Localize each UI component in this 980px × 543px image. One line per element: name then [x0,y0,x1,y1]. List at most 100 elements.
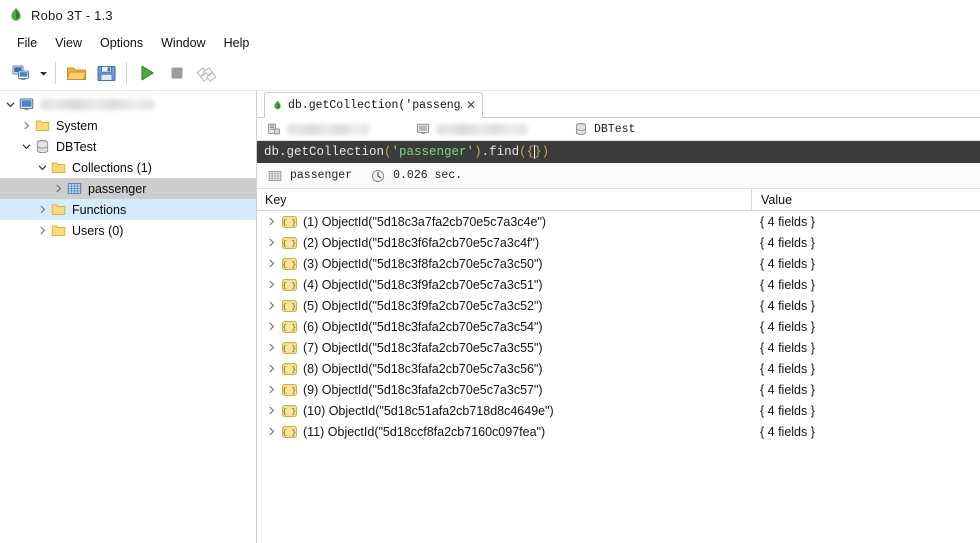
split-layout-icon[interactable] [192,59,222,87]
table-row[interactable]: { } (5) ObjectId("5d18c3f9fa2cb70e5c7a3c5… [257,295,980,316]
json-document-icon: { } [281,403,297,419]
query-token: } [534,145,542,159]
connection-name-redacted [287,123,370,135]
results-grid: Key Value { } (1) ObjectId("5d18c3a7fa2cb… [257,189,980,543]
stop-button[interactable] [162,59,192,87]
toolbar-separator-1 [55,62,56,84]
robo3t-leaf-icon [8,7,24,23]
chevron-right-icon[interactable] [263,253,279,274]
sidebar-item-collections[interactable]: Collections (1) [0,157,256,178]
json-document-icon: { } [281,298,297,314]
row-key-label: (4) ObjectId("5d18c3f9fa2cb70e5c7a3c51") [303,277,543,292]
svg-text:{ }: { } [282,303,296,311]
menu-file[interactable]: File [8,33,46,53]
chevron-right-icon[interactable] [263,211,279,232]
connect-button[interactable] [6,59,36,87]
menu-help[interactable]: Help [215,33,259,53]
table-row[interactable]: { } (7) ObjectId("5d18c3fafa2cb70e5c7a3c5… [257,337,980,358]
cell-value: { 4 fields } [760,298,815,313]
row-key-label: (11) ObjectId("5d18ccf8fa2cb7160c097fea"… [303,424,546,439]
chevron-down-icon[interactable] [18,136,34,157]
sidebar-item-label: Collections (1) [72,160,152,175]
explorer-sidebar[interactable]: System DBTest Collections (1) passenger … [0,91,257,543]
chevron-right-icon[interactable] [34,199,50,220]
cell-key: { } (4) ObjectId("5d18c3f9fa2cb70e5c7a3c5… [257,274,751,295]
table-row[interactable]: { } (6) ObjectId("5d18c3fafa2cb70e5c7a3c5… [257,316,980,337]
cell-value: { 4 fields } [760,256,815,271]
table-row[interactable]: { } (10) ObjectId("5d18c51afa2cb718d8c464… [257,400,980,421]
chevron-right-icon[interactable] [263,316,279,337]
chevron-right-icon[interactable] [263,274,279,295]
tab-query-passenger[interactable]: db.getCollection('passeng… ✕ [264,92,483,118]
cell-key: { } (8) ObjectId("5d18c3fafa2cb70e5c7a3c5… [257,358,751,379]
cell-value: { 4 fields } [760,277,815,292]
column-header-value[interactable]: Value [751,189,980,211]
table-row[interactable]: { } (9) ObjectId("5d18c3fafa2cb70e5c7a3c5… [257,379,980,400]
query-token: ( [384,145,392,159]
table-row[interactable]: { } (2) ObjectId("5d18c3f6fa2cb70e5c7a3c4… [257,232,980,253]
database-name-item[interactable]: DBTest [574,122,635,136]
save-script-button[interactable] [91,59,121,87]
chevron-right-icon[interactable] [18,115,34,136]
table-row[interactable]: { } (3) ObjectId("5d18c3f8fa2cb70e5c7a3c5… [257,253,980,274]
toolbar-separator-2 [126,62,127,84]
svg-text:{ }: { } [282,366,296,374]
connection-name-item[interactable] [267,122,370,136]
chevron-right-icon[interactable] [263,379,279,400]
tab-strip: db.getCollection('passeng… ✕ [257,91,980,118]
svg-text:{ }: { } [282,345,296,353]
chevron-right-icon[interactable] [50,178,66,199]
menu-view[interactable]: View [46,33,91,53]
json-document-icon: { } [281,214,297,230]
chevron-right-icon[interactable] [263,358,279,379]
query-pane: db.getCollection('passeng… ✕ DBTest db.g… [257,91,980,543]
execute-button[interactable] [132,59,162,87]
chevron-down-icon[interactable] [2,94,18,115]
menu-window[interactable]: Window [152,33,214,53]
svg-text:{ }: { } [282,282,296,290]
row-key-label: (9) ObjectId("5d18c3fafa2cb70e5c7a3c57") [303,382,543,397]
chevron-down-icon[interactable] [34,157,50,178]
cell-value: { 4 fields } [760,361,815,376]
result-status-bar: passenger 0.026 sec. [257,163,980,189]
close-icon[interactable]: ✕ [465,98,477,112]
table-row[interactable]: { } (11) ObjectId("5d18ccf8fa2cb7160c097f… [257,421,980,442]
sidebar-item-label: System [56,118,98,133]
results-grid-body: { } (1) ObjectId("5d18c3a7fa2cb70e5c7a3c4… [257,211,980,543]
sidebar-item-passenger[interactable]: passenger [0,178,256,199]
host-name-item[interactable] [416,122,528,136]
column-header-key[interactable]: Key [257,193,751,207]
row-key-label: (8) ObjectId("5d18c3fafa2cb70e5c7a3c56") [303,361,543,376]
sidebar-item-dbtest[interactable]: DBTest [0,136,256,157]
connect-dropdown[interactable] [36,59,50,87]
query-token: ) [541,145,550,159]
green-leaf-icon [272,100,283,111]
table-row[interactable]: { } (8) ObjectId("5d18c3fafa2cb70e5c7a3c5… [257,358,980,379]
window-title: Robo 3T - 1.3 [31,7,113,23]
database-icon [34,139,50,155]
table-row[interactable]: { } (4) ObjectId("5d18c3f9fa2cb70e5c7a3c5… [257,274,980,295]
row-key-label: (6) ObjectId("5d18c3fafa2cb70e5c7a3c54") [303,319,543,334]
open-script-button[interactable] [61,59,91,87]
json-document-icon: { } [281,235,297,251]
chevron-right-icon[interactable] [263,295,279,316]
menu-options[interactable]: Options [91,33,152,53]
host-name-redacted [436,123,528,135]
chevron-right-icon[interactable] [263,232,279,253]
table-row[interactable]: { } (1) ObjectId("5d18c3a7fa2cb70e5c7a3c4… [257,211,980,232]
collection-grid-icon [267,168,282,183]
sidebar-item-functions[interactable]: Functions [0,199,256,220]
sidebar-item-label: Users (0) [72,223,124,238]
chevron-right-icon[interactable] [263,337,279,358]
sidebar-item-users[interactable]: Users (0) [0,220,256,241]
sidebar-item-label: DBTest [56,139,97,154]
cell-key: { } (3) ObjectId("5d18c3f8fa2cb70e5c7a3c5… [257,253,751,274]
sidebar-item-system[interactable]: System [0,115,256,136]
chevron-right-icon[interactable] [263,421,279,442]
query-editor[interactable]: db.getCollection('passenger') .find({}) [257,141,980,163]
folder-icon [50,202,66,218]
cell-key: { } (7) ObjectId("5d18c3fafa2cb70e5c7a3c5… [257,337,751,358]
sidebar-item-connection-root[interactable] [0,94,256,115]
chevron-right-icon[interactable] [34,220,50,241]
chevron-right-icon[interactable] [263,400,279,421]
